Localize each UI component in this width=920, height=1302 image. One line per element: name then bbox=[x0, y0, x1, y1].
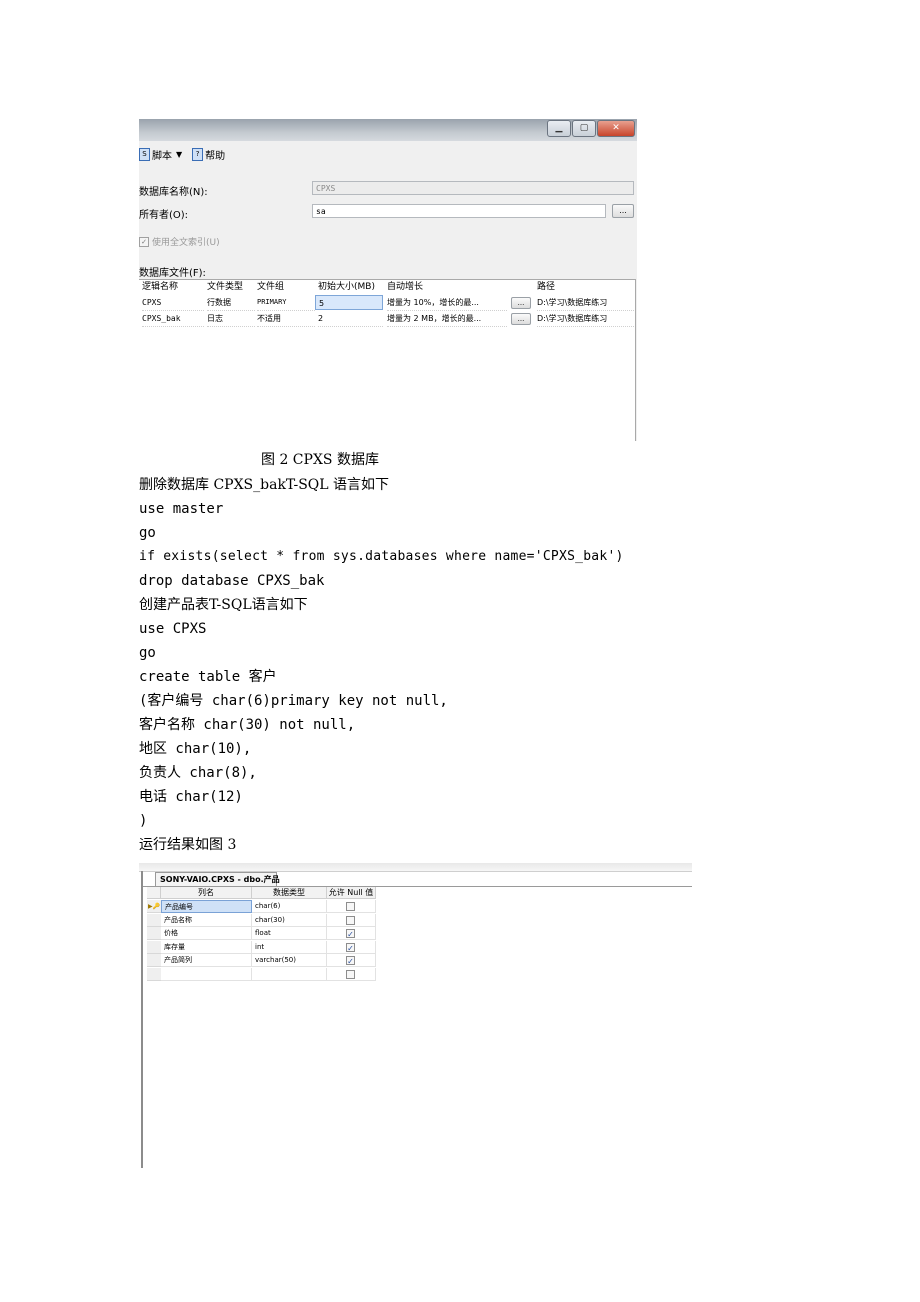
col-header-logical-name: 逻辑名称 bbox=[142, 282, 179, 292]
allow-nulls-checkbox[interactable] bbox=[346, 970, 355, 979]
col-header-initial-size: 初始大小(MB) bbox=[318, 282, 375, 292]
row1-autogrowth-button[interactable]: ... bbox=[511, 297, 531, 309]
doc-line-15: ) bbox=[139, 813, 148, 829]
data-type-cell[interactable] bbox=[252, 968, 327, 981]
close-button[interactable]: ✕ bbox=[597, 120, 635, 137]
doc-line-14: 电话 char(12) bbox=[139, 789, 243, 805]
row2-path[interactable]: D:\学习\数据库练习 bbox=[537, 311, 634, 327]
row2-initial-size[interactable]: 2 bbox=[318, 311, 383, 327]
row1-initial-size[interactable]: 5 bbox=[315, 295, 383, 310]
doc-line-8: go bbox=[139, 645, 156, 661]
primary-key-icon[interactable]: ▶🔑 bbox=[147, 900, 161, 913]
fulltext-checkbox-row[interactable]: ✓ 使用全文索引(U) bbox=[139, 235, 220, 248]
column-name-cell[interactable]: 产品名称 bbox=[161, 914, 252, 927]
table-designer-window: SONY-VAIO.CPXS - dbo.产品 列名 数据类型 允许 Null … bbox=[139, 863, 692, 1168]
row1-autogrowth[interactable]: 增量为 10%，增长的最... bbox=[387, 295, 507, 311]
data-type-cell[interactable]: float bbox=[252, 927, 327, 940]
allow-nulls-checkbox[interactable]: ✓ bbox=[346, 943, 355, 953]
fulltext-label: 使用全文索引(U) bbox=[152, 238, 220, 248]
doc-line-16: 运行结果如图 3 bbox=[139, 837, 237, 853]
row-selector[interactable] bbox=[147, 927, 161, 940]
col-header-data-type: 数据类型 bbox=[252, 887, 327, 899]
row1-path[interactable]: D:\学习\数据库练习 bbox=[537, 295, 634, 311]
doc-line-13: 负责人 char(8), bbox=[139, 765, 257, 781]
col-header-allow-nulls: 允许 Null 值 bbox=[327, 887, 376, 899]
col-header-path: 路径 bbox=[537, 282, 556, 292]
data-type-cell[interactable]: int bbox=[252, 941, 327, 954]
designer-top-strip bbox=[139, 863, 692, 872]
window-titlebar: ▁ ▢ ✕ bbox=[139, 119, 637, 141]
db-name-label: 数据库名称(N): bbox=[139, 187, 208, 198]
row1-file-type[interactable]: 行数据 bbox=[207, 295, 255, 311]
doc-line-4: if exists(select * from sys.databases wh… bbox=[139, 549, 624, 564]
script-icon: S bbox=[139, 148, 150, 161]
column-name-cell[interactable] bbox=[161, 968, 252, 981]
data-type-cell[interactable]: char(30) bbox=[252, 914, 327, 927]
row2-autogrowth-button[interactable]: ... bbox=[511, 313, 531, 325]
row2-filegroup[interactable]: 不适用 bbox=[257, 311, 315, 327]
doc-line-1: 删除数据库 CPXS_bakT-SQL 语言如下 bbox=[139, 477, 390, 493]
owner-label: 所有者(O): bbox=[139, 210, 189, 221]
row2-logical-name[interactable]: CPXS_bak bbox=[142, 311, 204, 327]
owner-field[interactable]: sa bbox=[312, 204, 606, 218]
row-selector[interactable] bbox=[147, 941, 161, 954]
column-name-cell[interactable]: 产品编号 bbox=[161, 900, 252, 913]
doc-line-6: 创建产品表T-SQL语言如下 bbox=[139, 597, 308, 613]
col-header-column-name: 列名 bbox=[161, 887, 252, 899]
allow-nulls-checkbox[interactable]: ✓ bbox=[346, 929, 355, 939]
help-label: 帮助 bbox=[205, 151, 226, 162]
doc-line-5: drop database CPXS_bak bbox=[139, 573, 325, 589]
doc-line-9: create table 客户 bbox=[139, 669, 277, 685]
doc-line-10: (客户编号 char(6)primary key not null, bbox=[139, 693, 448, 709]
db-name-field: CPXS bbox=[312, 181, 634, 195]
script-label: 脚本 bbox=[152, 151, 172, 162]
doc-line-12: 地区 char(10), bbox=[139, 741, 252, 757]
doc-line-3: go bbox=[139, 525, 156, 541]
allow-nulls-checkbox[interactable] bbox=[346, 902, 355, 911]
files-label: 数据库文件(F): bbox=[139, 268, 206, 279]
doc-line-11: 客户名称 char(30) not null, bbox=[139, 717, 356, 733]
help-icon: ? bbox=[192, 148, 204, 161]
row-selector[interactable] bbox=[147, 954, 161, 967]
database-properties-window: ▁ ▢ ✕ S 脚本 ▼ ? 帮助 数据库名称(N): CPXS 所有者(O):… bbox=[139, 119, 637, 441]
row2-file-type[interactable]: 日志 bbox=[207, 311, 255, 327]
data-type-cell[interactable]: char(6) bbox=[252, 900, 327, 913]
row2-autogrowth[interactable]: 增量为 2 MB，增长的最... bbox=[387, 311, 507, 327]
column-name-cell[interactable]: 产品简列 bbox=[161, 954, 252, 967]
doc-line-7: use CPXS bbox=[139, 621, 207, 637]
owner-browse-button[interactable]: ... bbox=[612, 204, 634, 218]
data-type-cell[interactable]: varchar(50) bbox=[252, 954, 327, 967]
toolbar: S 脚本 ▼ ? 帮助 bbox=[139, 147, 231, 162]
column-name-cell[interactable]: 价格 bbox=[161, 927, 252, 940]
row1-filegroup[interactable]: PRIMARY bbox=[257, 295, 315, 311]
row-selector[interactable] bbox=[147, 914, 161, 927]
allow-nulls-checkbox[interactable]: ✓ bbox=[346, 956, 355, 966]
help-button[interactable]: ? 帮助 bbox=[192, 147, 225, 162]
minimize-button[interactable]: ▁ bbox=[547, 120, 571, 137]
database-files-grid: 逻辑名称 文件类型 文件组 初始大小(MB) 自动增长 路径 CPXS 行数据 … bbox=[139, 279, 636, 441]
maximize-button[interactable]: ▢ bbox=[572, 120, 596, 137]
doc-line-2: use master bbox=[139, 501, 224, 517]
row1-logical-name[interactable]: CPXS bbox=[142, 295, 204, 311]
col-header-autogrowth: 自动增长 bbox=[387, 282, 424, 292]
fulltext-checkbox[interactable]: ✓ bbox=[139, 236, 149, 247]
col-header-filegroup: 文件组 bbox=[257, 282, 285, 292]
column-name-cell[interactable]: 库存量 bbox=[161, 941, 252, 954]
figure-2-caption: 图 2 CPXS 数据库 bbox=[261, 452, 379, 468]
col-header-file-type: 文件类型 bbox=[207, 282, 244, 292]
tab-table-designer[interactable]: SONY-VAIO.CPXS - dbo.产品 bbox=[155, 872, 280, 886]
allow-nulls-checkbox[interactable] bbox=[346, 916, 355, 925]
script-button[interactable]: S 脚本 ▼ bbox=[139, 147, 186, 162]
row-selector[interactable] bbox=[147, 968, 161, 981]
dropdown-arrow-icon[interactable]: ▼ bbox=[176, 150, 182, 159]
designer-left-border bbox=[141, 871, 143, 1168]
row-selector-header bbox=[147, 887, 161, 899]
